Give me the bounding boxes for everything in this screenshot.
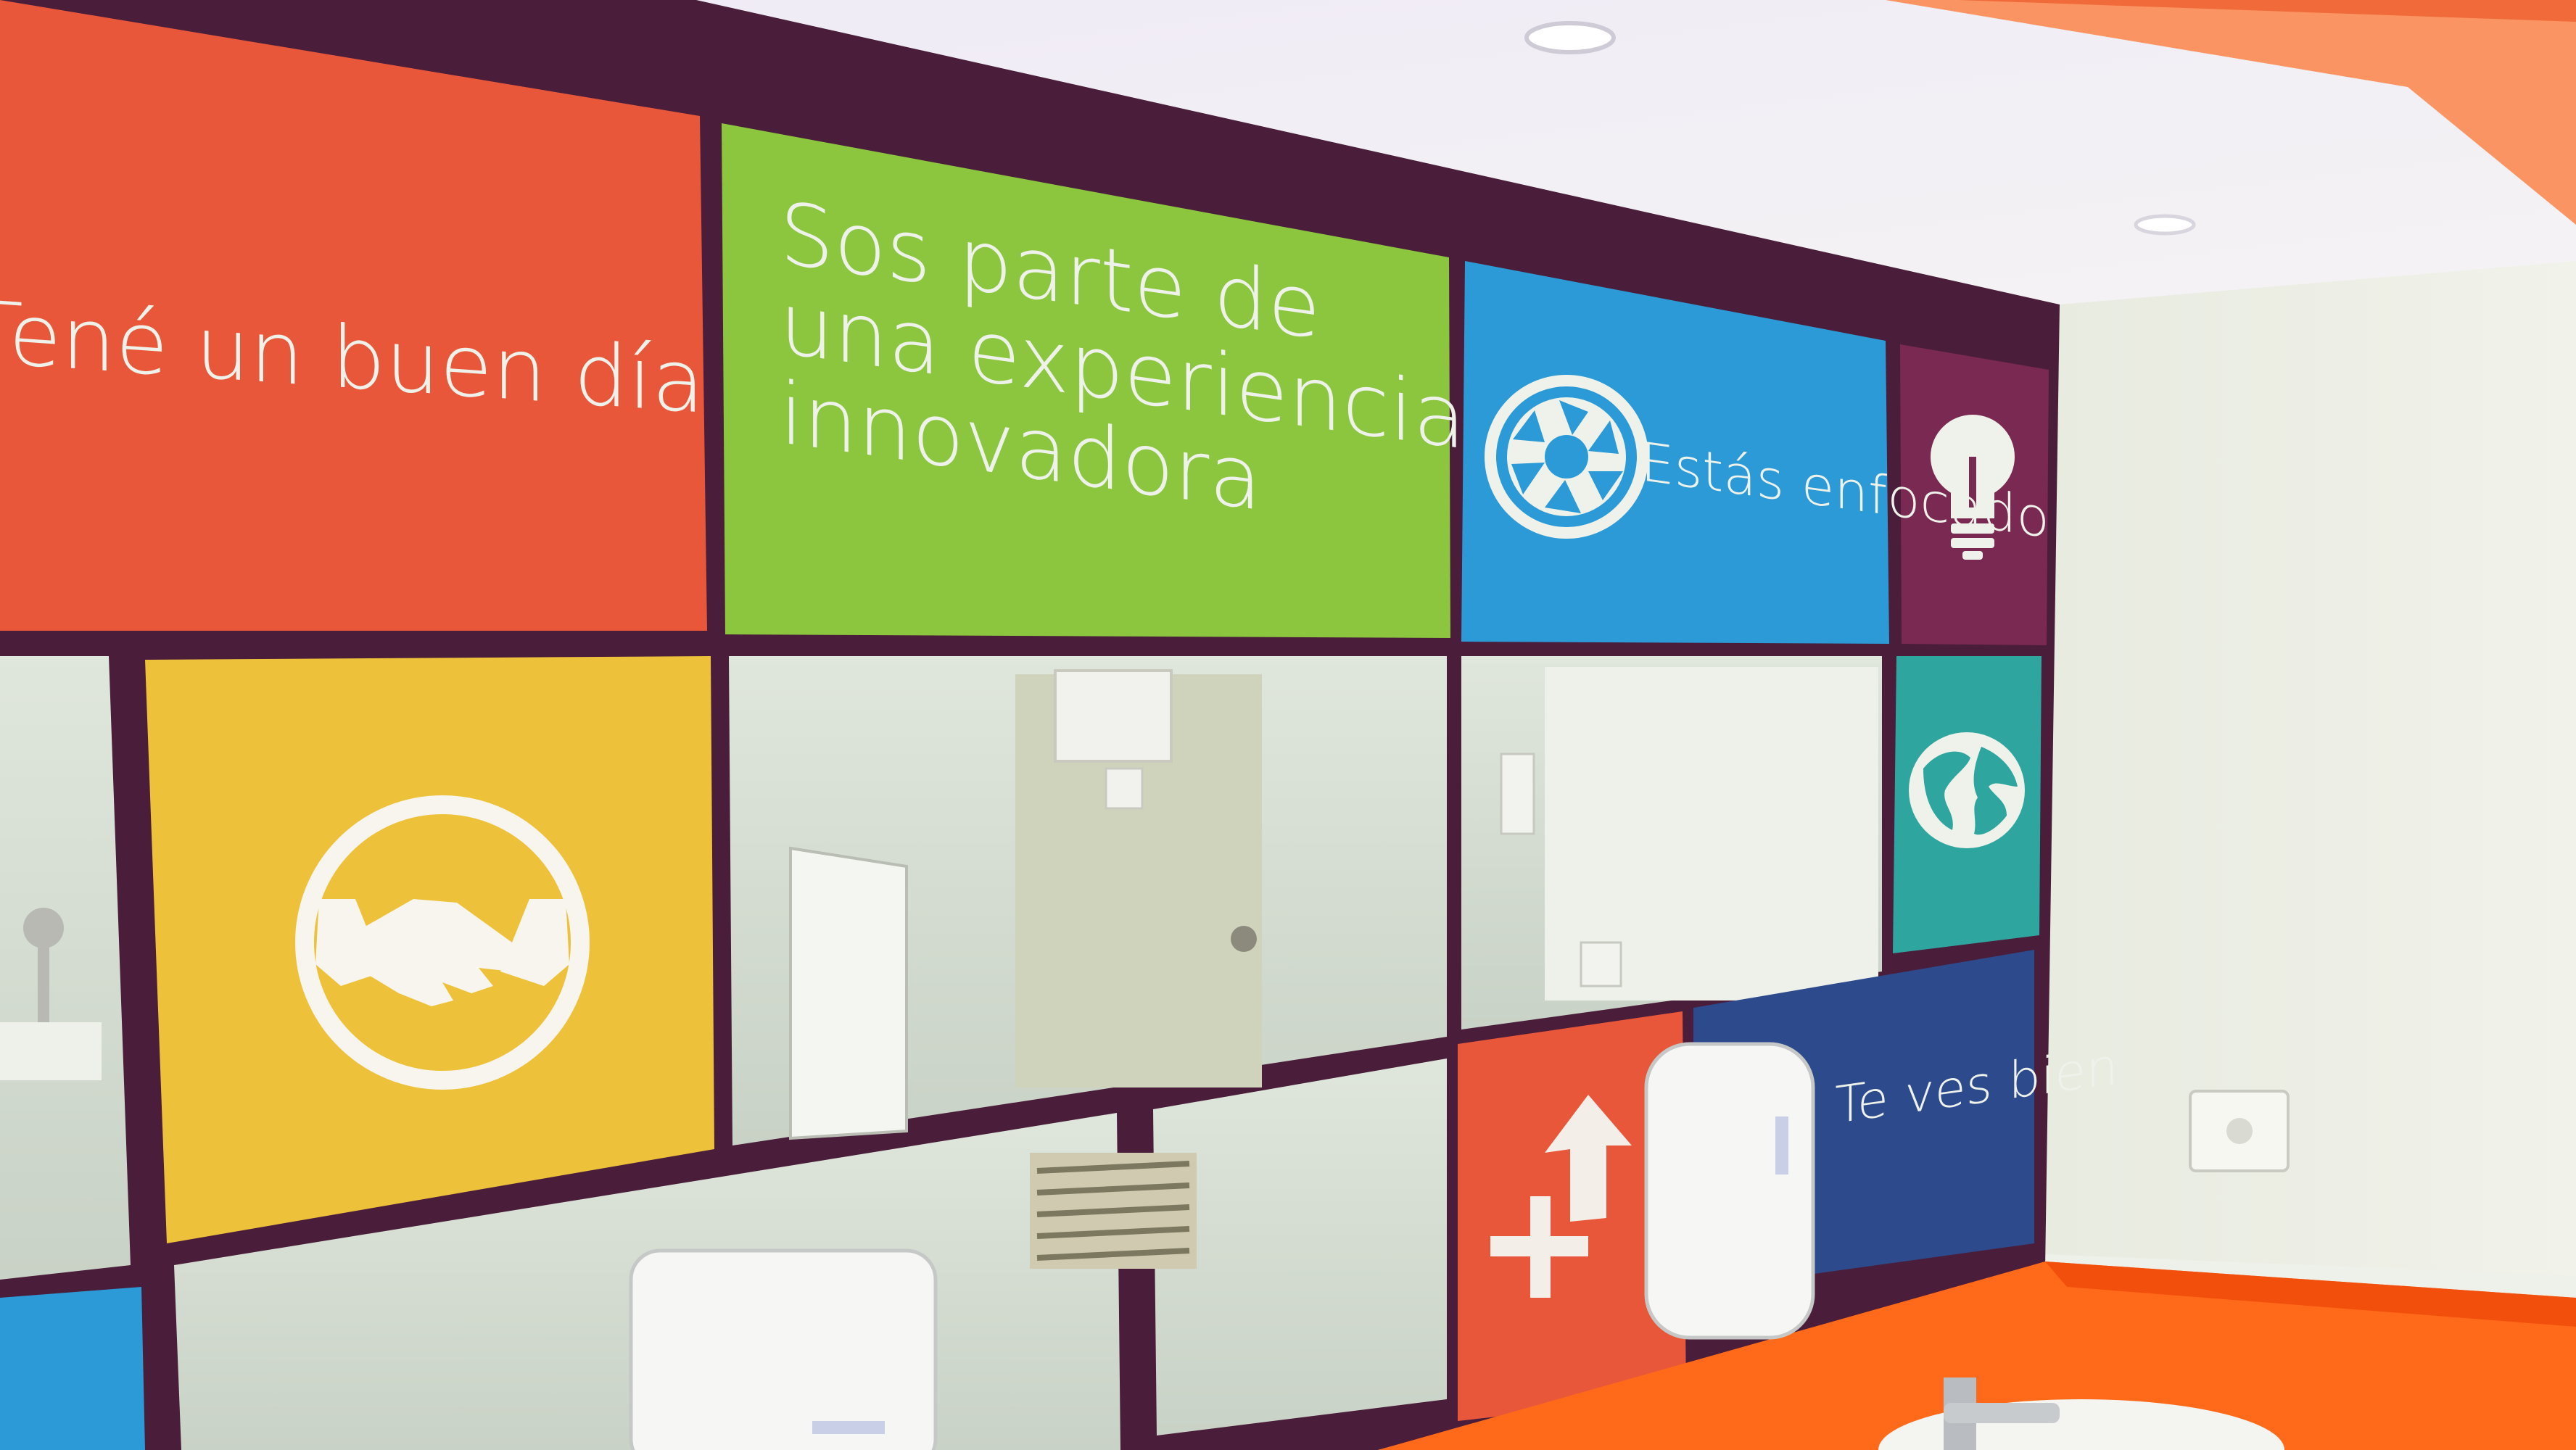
ceiling-light	[1524, 21, 1616, 54]
ceiling-light	[2134, 214, 2196, 236]
globe-icon	[1909, 732, 2025, 848]
mirror-left-edge	[0, 656, 131, 1280]
right-wall	[2045, 261, 2576, 1276]
soap-dispenser	[1644, 1042, 1815, 1340]
photo-scene	[0, 0, 2576, 1450]
tile-blue-bottom	[0, 1287, 145, 1450]
mirror-bottom-mid	[1153, 1058, 1447, 1436]
handshake-icon	[295, 795, 590, 1090]
vent-reflection	[1030, 1153, 1197, 1269]
wall-outlet	[2189, 1090, 2290, 1172]
towel-dispenser	[629, 1248, 938, 1450]
camera-aperture-icon	[1485, 375, 1648, 539]
